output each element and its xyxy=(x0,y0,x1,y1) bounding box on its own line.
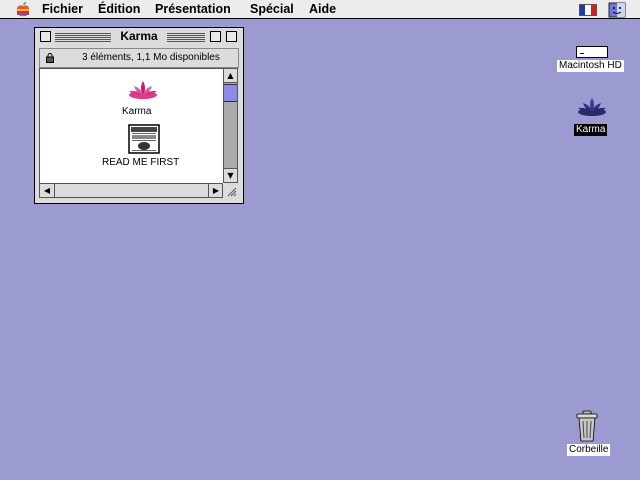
scroll-up-arrow-icon[interactable]: ▲ xyxy=(224,69,237,83)
scroll-right-arrow-icon[interactable]: ▶ xyxy=(208,184,223,197)
menu-fichier[interactable]: Fichier xyxy=(42,1,83,18)
zoom-box-icon[interactable] xyxy=(210,31,221,42)
desktop-label-corbeille[interactable]: Corbeille xyxy=(567,444,611,456)
menu-bar: Fichier Édition Présentation Spécial Aid… xyxy=(0,0,640,19)
menu-special[interactable]: Spécial xyxy=(250,1,294,18)
resize-grip-icon[interactable] xyxy=(225,185,237,197)
scroll-left-arrow-icon[interactable]: ◀ xyxy=(40,184,55,197)
file-label-readme[interactable]: READ ME FIRST xyxy=(102,157,179,168)
menu-aide[interactable]: Aide xyxy=(309,1,336,18)
horizontal-scrollbar[interactable]: ◀ ▶ xyxy=(39,183,223,198)
window-info-bar: 3 éléments, 1,1 Mo disponibles xyxy=(39,48,239,68)
desktop-label-macintosh-hd[interactable]: Macintosh HD xyxy=(557,60,624,72)
close-box-icon[interactable] xyxy=(40,31,51,42)
window-info-text: 3 éléments, 1,1 Mo disponibles xyxy=(82,52,220,63)
title-stripes-right xyxy=(167,32,205,42)
scroll-down-arrow-icon[interactable]: ▼ xyxy=(224,168,237,182)
trash-icon[interactable] xyxy=(575,410,599,442)
desktop-label-karma[interactable]: Karma xyxy=(574,124,608,136)
collapse-box-icon[interactable] xyxy=(226,31,237,42)
window-title: Karma xyxy=(111,29,167,43)
hard-disk-icon[interactable] xyxy=(576,46,608,58)
scroll-thumb[interactable] xyxy=(224,84,237,102)
menu-edition[interactable]: Édition xyxy=(98,1,140,18)
keyboard-layout-flag-icon[interactable] xyxy=(579,4,597,16)
window-content: Karma READ ME FIRST xyxy=(39,68,224,184)
lock-icon xyxy=(46,53,54,63)
window-titlebar[interactable]: Karma xyxy=(35,28,243,46)
vertical-scrollbar[interactable]: ▲ ▼ xyxy=(223,68,238,183)
apple-menu-icon[interactable] xyxy=(14,1,32,18)
title-stripes-left xyxy=(55,32,111,42)
karma-window: Karma 3 éléments, 1,1 Mo disponibles Kar… xyxy=(34,27,244,204)
document-icon[interactable] xyxy=(128,124,160,154)
menu-presentation[interactable]: Présentation xyxy=(155,1,231,18)
lotus-icon[interactable] xyxy=(127,78,159,102)
finder-app-icon[interactable] xyxy=(608,2,626,18)
lotus-desktop-icon[interactable] xyxy=(576,96,608,118)
file-label-karma[interactable]: Karma xyxy=(122,106,151,117)
